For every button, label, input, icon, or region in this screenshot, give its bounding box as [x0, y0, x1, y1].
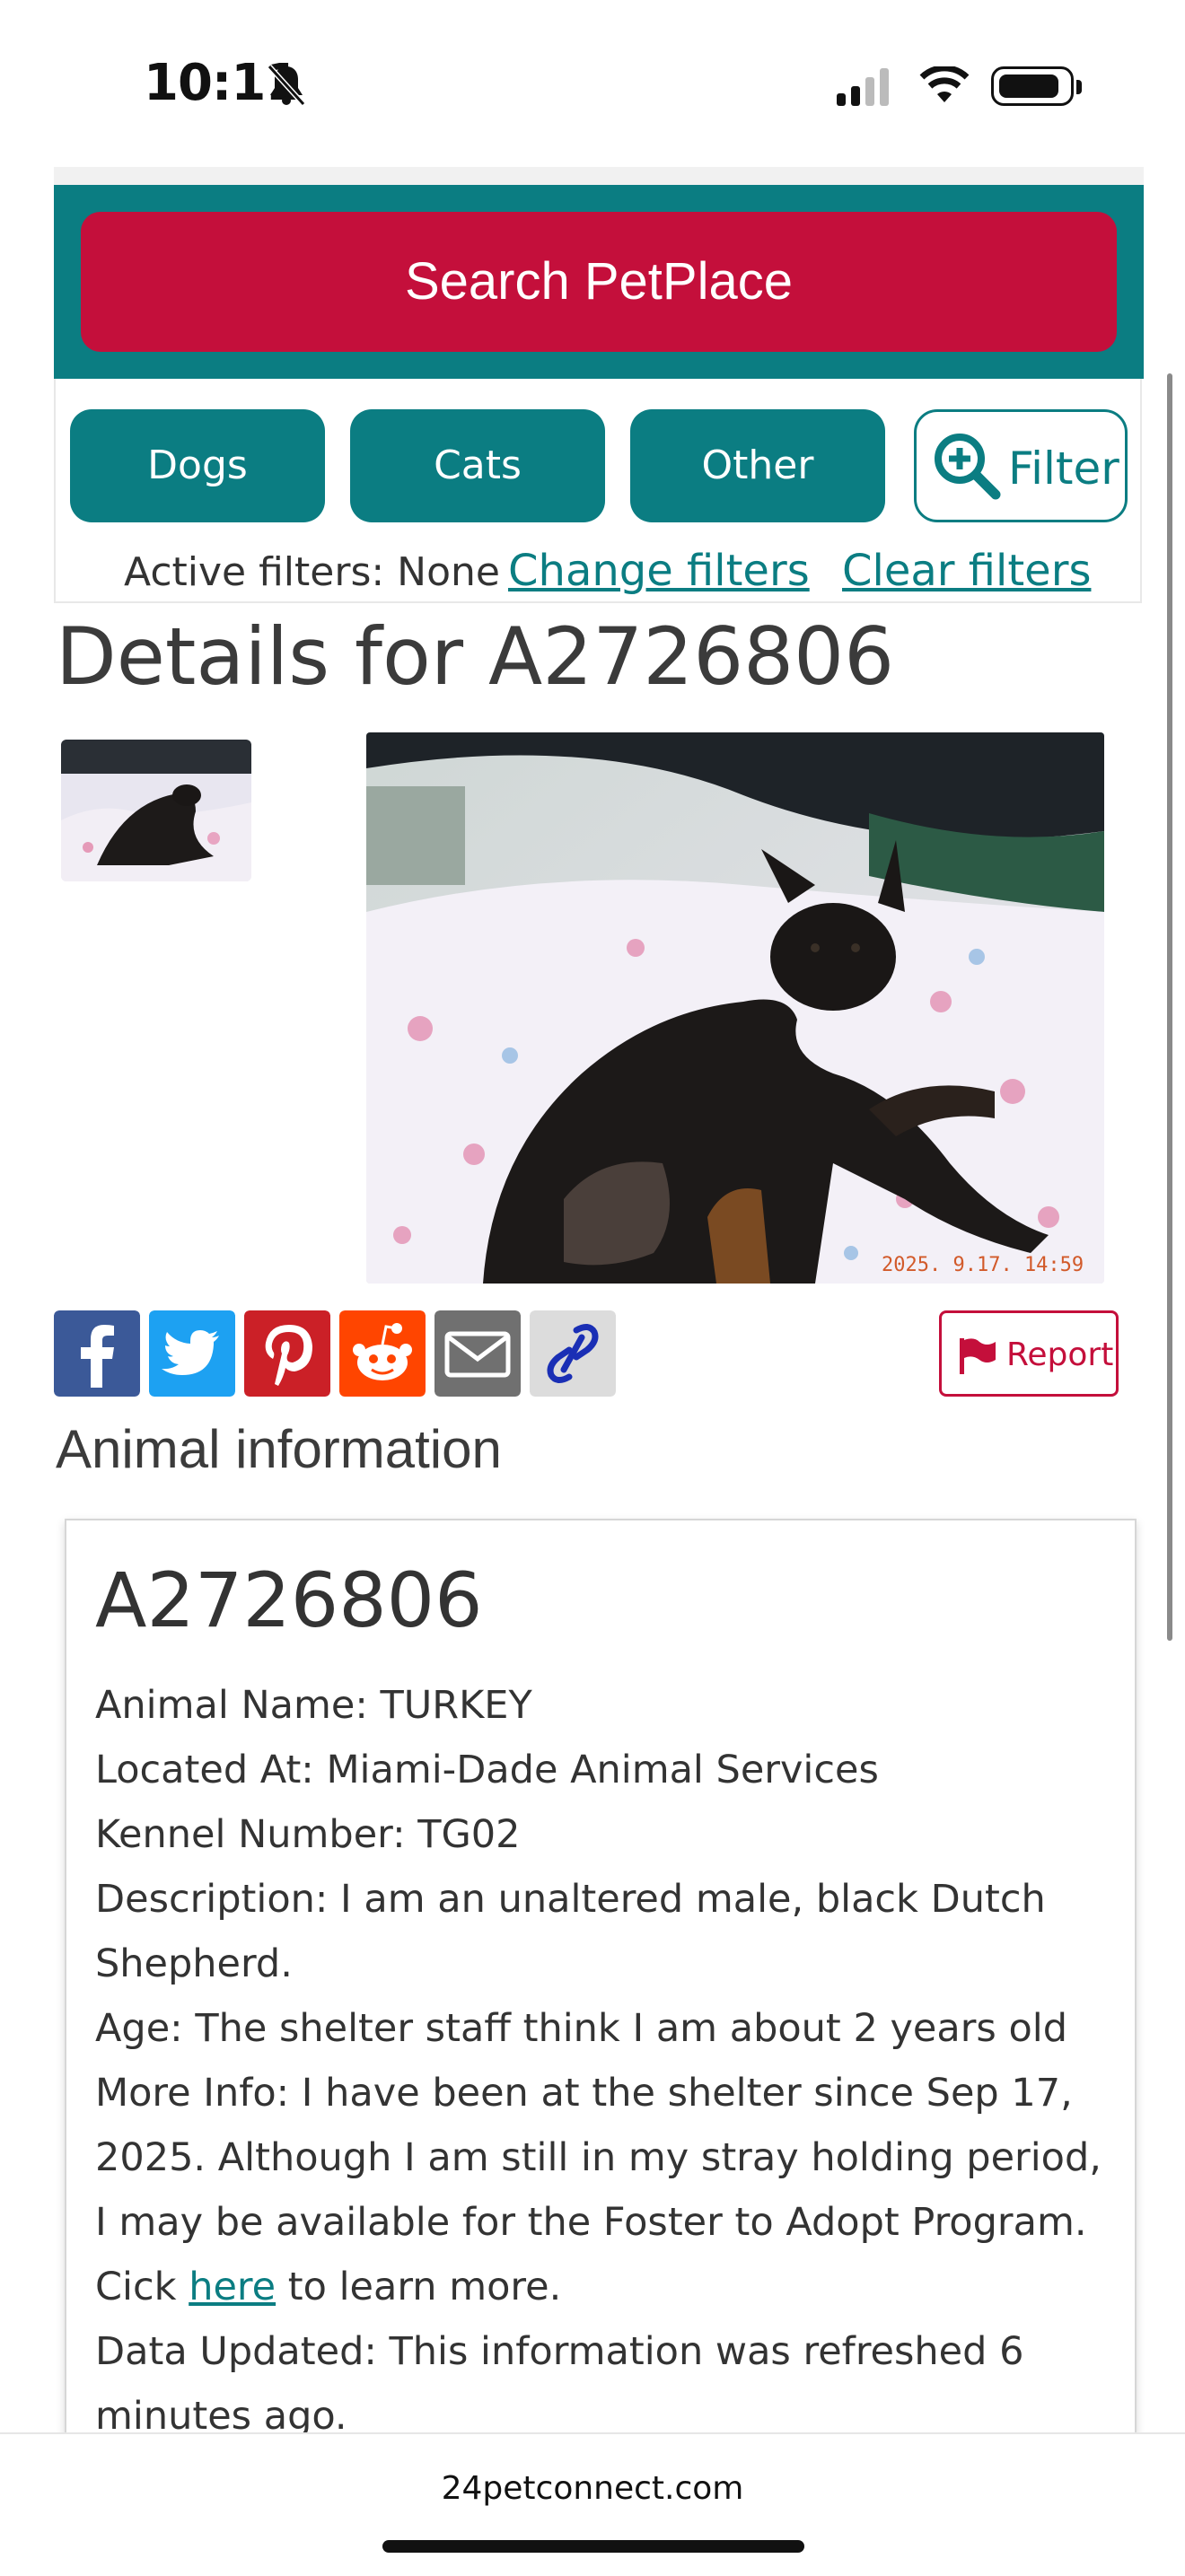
silent-bell-icon	[267, 64, 306, 107]
located-at: Located At: Miami-Dade Animal Services	[95, 1748, 879, 1792]
home-indicator[interactable]	[382, 2540, 804, 2553]
more-info-tail: to learn more.	[276, 2265, 562, 2309]
cats-filter-button[interactable]: Cats	[350, 409, 605, 522]
filter-panel: Dogs Cats Other Filter Active filters: N…	[54, 379, 1142, 603]
kennel-number: Kennel Number: TG02	[95, 1812, 521, 1857]
pinterest-icon[interactable]	[244, 1310, 330, 1397]
scrollbar[interactable]	[1167, 373, 1172, 1641]
search-petplace-button[interactable]: Search PetPlace	[81, 212, 1117, 352]
page-top-strip	[54, 167, 1144, 185]
active-filters-row: Active filters: None Change filters Clea…	[56, 542, 1144, 596]
status-bar: 10:11	[0, 0, 1185, 171]
active-filters-text: Active filters: None	[124, 549, 500, 595]
more-info: More Info: I have been at the shelter si…	[95, 2061, 1119, 2319]
photo-timestamp: 2025. 9.17. 14:59	[882, 1254, 1084, 1276]
animal-photo: 2025. 9.17. 14:59	[366, 732, 1104, 1284]
report-label: Report	[1006, 1336, 1114, 1373]
facebook-icon[interactable]	[54, 1310, 140, 1397]
search-band: Search PetPlace	[54, 185, 1144, 379]
animal-information-heading: Animal information	[56, 1419, 502, 1479]
data-updated: Data Updated: This information was refre…	[95, 2329, 1024, 2439]
wifi-icon	[919, 66, 970, 102]
email-icon[interactable]	[434, 1310, 521, 1397]
twitter-icon[interactable]	[149, 1310, 235, 1397]
battery-icon	[991, 66, 1082, 106]
change-filters-link[interactable]: Change filters	[508, 546, 810, 596]
cellular-signal-icon	[837, 66, 900, 106]
filter-button[interactable]: Filter	[914, 409, 1128, 522]
other-filter-button[interactable]: Other	[630, 409, 885, 522]
animal-info-card: A2726806 Animal Name: TURKEY Located At:…	[65, 1519, 1137, 2454]
animal-id: A2726806	[95, 1556, 483, 1644]
report-button[interactable]: Report	[939, 1310, 1119, 1397]
flag-icon	[960, 1338, 996, 1374]
animal-name: Animal Name: TURKEY	[95, 1683, 532, 1728]
animal-details: Animal Name: TURKEY Located At: Miami-Da…	[95, 1673, 1119, 2449]
dogs-filter-button[interactable]: Dogs	[70, 409, 325, 522]
age: Age: The shelter staff think I am about …	[95, 2006, 1068, 2051]
filter-label: Filter	[1008, 442, 1119, 495]
zoom-plus-icon	[935, 434, 1001, 500]
here-link[interactable]: here	[189, 2265, 276, 2309]
clear-filters-link[interactable]: Clear filters	[842, 546, 1091, 596]
page-title: Details for A2726806	[56, 610, 895, 703]
link-icon[interactable]	[530, 1310, 616, 1397]
reddit-icon[interactable]	[339, 1310, 426, 1397]
browser-bottom-bar: 24petconnect.com	[0, 2432, 1185, 2576]
photo-thumbnail[interactable]	[61, 740, 251, 881]
description: Description: I am an unaltered male, bla…	[95, 1877, 1046, 1986]
url-bar[interactable]: 24petconnect.com	[0, 2470, 1185, 2507]
